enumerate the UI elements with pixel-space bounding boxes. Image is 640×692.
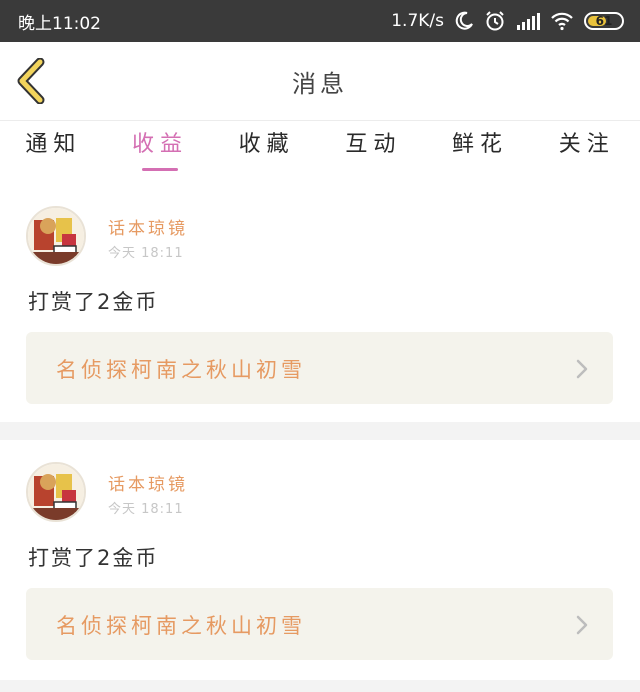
message-content: 打赏了2金币	[28, 290, 159, 314]
moon-icon	[455, 11, 473, 30]
battery-icon: 61	[584, 12, 624, 30]
message-card: 话本琼镜 今天 18:11 打赏了2金币 名侦探柯南之秋山初雪	[0, 440, 640, 680]
page-title: 消息	[292, 69, 348, 98]
message-card: 话本琼镜 今天 18:11 打赏了2金币 名侦探柯南之秋山初雪	[0, 184, 640, 422]
tab-label: 收益	[132, 132, 189, 157]
tab-following[interactable]: 关注	[533, 121, 640, 177]
tab-label: 鲜花	[452, 132, 509, 157]
chevron-left-icon	[17, 57, 45, 105]
book-link[interactable]: 名侦探柯南之秋山初雪	[26, 332, 613, 404]
chevron-right-icon	[576, 615, 588, 635]
header: 消息	[0, 42, 640, 121]
avatar-image	[28, 208, 84, 264]
tab-label: 关注	[558, 132, 615, 157]
tab-label: 互动	[345, 132, 402, 157]
tab-favorites[interactable]: 收藏	[213, 121, 320, 177]
active-tab-indicator	[142, 168, 178, 171]
avatar-image	[28, 464, 84, 520]
tab-bar: 通知 收益 收藏 互动 鲜花 关注	[0, 121, 640, 177]
message-time: 今天 18:11	[108, 246, 184, 261]
message-time: 今天 18:11	[108, 502, 184, 517]
network-speed: 1.7K/s	[391, 11, 444, 31]
divider	[0, 680, 640, 692]
book-link[interactable]: 名侦探柯南之秋山初雪	[26, 588, 613, 660]
tab-label: 收藏	[238, 132, 295, 157]
avatar[interactable]	[26, 206, 86, 266]
book-title: 名侦探柯南之秋山初雪	[56, 358, 306, 382]
back-button[interactable]	[14, 57, 54, 105]
tab-earnings[interactable]: 收益	[107, 121, 214, 177]
tab-notifications[interactable]: 通知	[0, 121, 107, 177]
wifi-icon	[551, 12, 573, 31]
status-bar: 晚上11:02 1.7K/s 61	[0, 0, 640, 42]
battery-percent: 61	[595, 14, 613, 28]
tab-label: 通知	[25, 132, 82, 157]
message-content: 打赏了2金币	[28, 546, 159, 570]
signal-icon	[517, 13, 540, 30]
alarm-icon	[486, 11, 504, 31]
status-time: 晚上11:02	[18, 13, 101, 34]
tab-interactions[interactable]: 互动	[320, 121, 427, 177]
book-title: 名侦探柯南之秋山初雪	[56, 614, 306, 638]
sender-name[interactable]: 话本琼镜	[108, 470, 188, 495]
chevron-right-icon	[576, 359, 588, 379]
sender-name[interactable]: 话本琼镜	[108, 214, 188, 239]
avatar[interactable]	[26, 462, 86, 522]
divider	[0, 422, 640, 440]
status-icons: 1.7K/s 61	[391, 10, 624, 32]
tab-flowers[interactable]: 鲜花	[427, 121, 534, 177]
